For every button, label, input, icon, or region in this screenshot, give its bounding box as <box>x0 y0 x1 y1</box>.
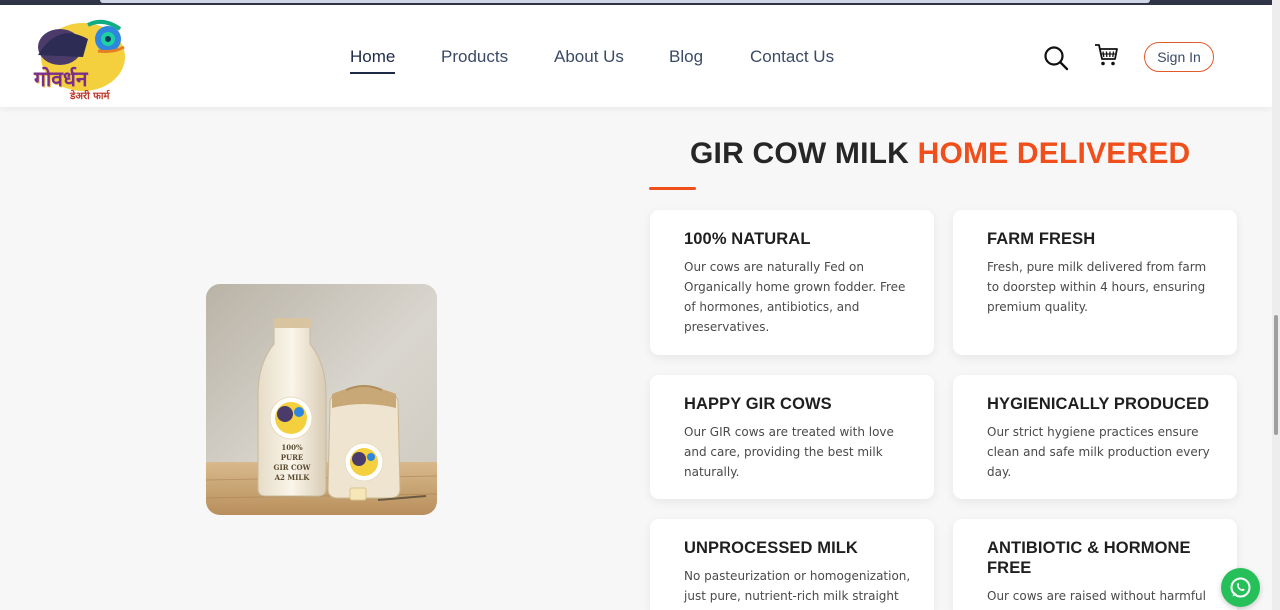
feature-card-title: UNPROCESSED MILK <box>684 539 858 557</box>
milk-bottle-illustration: 100% PURE GIR COW A2 MILK <box>206 284 437 515</box>
feature-card-text: No pasteurization or homogenization, jus… <box>684 569 911 610</box>
feature-card-text: Our strict hygiene practices ensure clea… <box>987 425 1210 479</box>
nav-contact-us[interactable]: Contact Us <box>750 47 834 67</box>
sign-in-button[interactable]: Sign In <box>1144 42 1214 72</box>
bottle-label-line-2: PURE <box>281 453 304 462</box>
brand-logo[interactable]: गोवर्धन डेअरी फार्म <box>28 17 128 102</box>
bottle-label-line-1: 100% <box>281 443 303 452</box>
logo-subtitle: डेअरी फार्म <box>70 91 110 102</box>
feature-card-title: 100% NATURAL <box>684 230 811 248</box>
bottle-label-line-4: A2 MILK <box>274 473 311 482</box>
page-scrollbar[interactable] <box>1272 0 1280 610</box>
site-header: गोवर्धन डेअरी फार्म Home Products About … <box>0 5 1272 107</box>
search-icon[interactable] <box>1043 45 1069 71</box>
feature-card-hygienic: HYGIENICALLY PRODUCED Our strict hygiene… <box>953 375 1237 499</box>
bottle-label-line-3: GIR COW <box>273 463 310 472</box>
cart-icon[interactable] <box>1093 42 1119 68</box>
feature-card-unprocessed: UNPROCESSED MILK No pasteurization or ho… <box>650 519 934 610</box>
feature-card-title: ANTIBIOTIC & HORMONE FREE <box>987 539 1191 577</box>
feature-card-text: Fresh, pure milk delivered from farm to … <box>987 260 1207 314</box>
title-underline <box>649 187 696 190</box>
feature-card-antibiotic-free: ANTIBIOTIC & HORMONE FREE Our cows are r… <box>953 519 1237 610</box>
nav-products[interactable]: Products <box>441 47 508 67</box>
section-title-accent: HOME DELIVERED <box>917 137 1191 170</box>
top-strip-highlight <box>100 0 1150 3</box>
nav-blog[interactable]: Blog <box>669 47 703 67</box>
section-title-main: GIR COW MILK <box>690 137 910 170</box>
feature-card-text: Our cows are naturally Fed on Organicall… <box>684 260 906 334</box>
product-image: 100% PURE GIR COW A2 MILK <box>206 284 437 515</box>
feature-card-farm-fresh: FARM FRESH Fresh, pure milk delivered fr… <box>953 210 1237 355</box>
feature-card-text: Our cows are raised without harmful anti… <box>987 589 1206 610</box>
whatsapp-icon <box>1230 577 1251 598</box>
nav-home[interactable]: Home <box>350 47 396 74</box>
whatsapp-chat-button[interactable] <box>1221 568 1260 607</box>
feature-card-text: Our GIR cows are treated with love and c… <box>684 425 894 479</box>
feature-card-happy-cows: HAPPY GIR COWS Our GIR cows are treated … <box>650 375 934 499</box>
feature-card-natural: 100% NATURAL Our cows are naturally Fed … <box>650 210 934 355</box>
section-title: GIR COW MILK HOME DELIVERED <box>690 137 1190 171</box>
scrollbar-thumb[interactable] <box>1274 315 1278 435</box>
feature-card-title: HAPPY GIR COWS <box>684 395 832 413</box>
feature-card-title: HYGIENICALLY PRODUCED <box>987 395 1210 413</box>
nav-about-us[interactable]: About Us <box>554 47 624 67</box>
feature-card-title: FARM FRESH <box>987 230 1096 248</box>
